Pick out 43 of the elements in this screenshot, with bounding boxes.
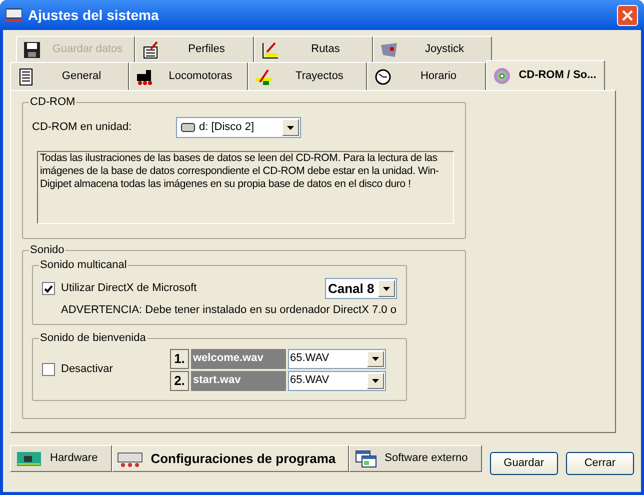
locomotive-icon (136, 68, 154, 86)
tab[interactable]: Software externo (348, 445, 482, 472)
tab[interactable]: Horario (367, 62, 486, 90)
sound-event: welcome.wav (191, 348, 286, 368)
tab[interactable]: Joystick (373, 36, 492, 62)
row-number: 2. (170, 370, 189, 390)
signal-track-icon (255, 68, 273, 86)
tab[interactable]: General (10, 62, 129, 90)
tab[interactable]: Rutas (254, 36, 373, 62)
warning-text: ADVERTENCIA: Debe tener instalado en su ordenador DirectX 7.0 o (61, 303, 397, 317)
close-icon (622, 10, 633, 20)
chart-pen-icon (142, 40, 160, 58)
tab[interactable]: Locomotoras (129, 62, 248, 90)
sound-file-dropdown[interactable]: 65.WAV (288, 370, 386, 390)
sound-file-dropdown[interactable]: 65.WAV (288, 348, 386, 368)
sound-event: start.wav (191, 370, 286, 390)
drive-dropdown[interactable]: d: [Disco 2] (176, 117, 301, 138)
checkbox-label: Utilizar DirectX de Microsoft (61, 281, 198, 296)
circuit-board-icon (16, 450, 42, 468)
dialog-button[interactable]: Guardar (490, 452, 558, 475)
close-button[interactable] (617, 4, 638, 26)
clock-icon (374, 68, 392, 86)
tab[interactable]: Trayectos (248, 62, 367, 90)
tab[interactable]: Configuraciones de programa (112, 445, 349, 472)
tab[interactable]: Perfiles (135, 36, 254, 62)
windows-icon (354, 450, 377, 468)
checkbox[interactable] (42, 363, 55, 376)
disc-icon (493, 66, 511, 84)
tab[interactable]: CD-ROM / So... (486, 60, 605, 90)
checkbox[interactable] (42, 282, 55, 295)
checkbox-label: Desactivar (61, 362, 113, 378)
logo-icon (116, 450, 143, 468)
app-logo-icon (6, 7, 22, 23)
dialog-button[interactable]: Cerrar (566, 452, 634, 475)
document-icon (17, 68, 35, 86)
info-text: Todas las ilustraciones de las bases de datos se leen del CD-ROM. Para la lectura de las imágenes de la base de datos correspondiente el CD-ROM debe estar en la unidad. Win-Digipet almacena todas las imágenes en su propia base de datos en el disco duro ! (37, 151, 454, 224)
drive-icon (181, 123, 195, 132)
tab[interactable]: Hardware (10, 445, 112, 472)
window-title: Ajustes del sistema (28, 6, 160, 25)
row-number: 1. (170, 348, 189, 368)
channel-dropdown[interactable]: Canal 8 (325, 278, 397, 299)
field-label: CD-ROM en unidad: (32, 120, 133, 136)
track-pen-icon (261, 40, 279, 58)
